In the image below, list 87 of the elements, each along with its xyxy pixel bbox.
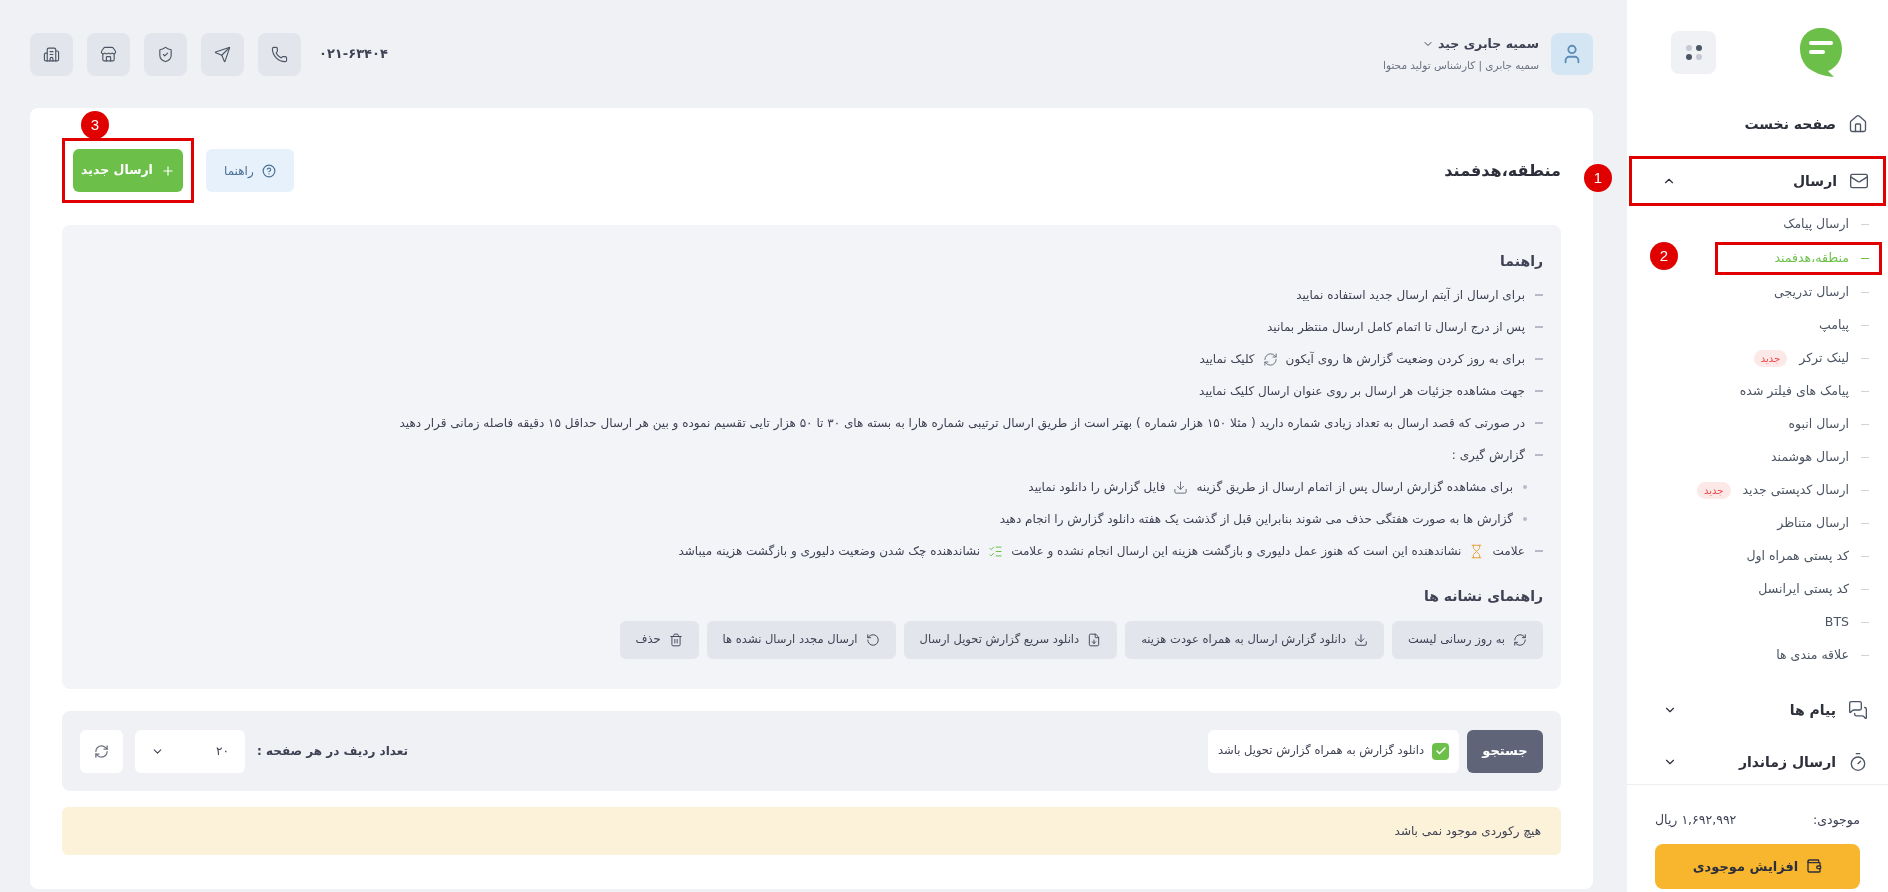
- guide-title: راهنما: [1499, 252, 1543, 271]
- download-icon: [1354, 633, 1368, 647]
- timer-icon: [1848, 752, 1868, 772]
- checkbox[interactable]: [1432, 742, 1449, 760]
- mail-icon: [1849, 171, 1869, 191]
- toolbar-button[interactable]: [258, 32, 301, 76]
- legend-item: حذف: [619, 621, 699, 659]
- sidebar-item[interactable]: صفحه نخست: [1633, 102, 1882, 146]
- help-button[interactable]: راهنما: [206, 149, 294, 192]
- guide-text: نشاندهنده این است که هنوز عمل دلیوری و بازگشت هزینه این ارسال انجام نشده و علامت: [1011, 543, 1462, 560]
- toolbar-button[interactable]: [30, 32, 73, 76]
- legend-item: به روز رسانی لیست: [1392, 621, 1543, 659]
- annotation-number: 2: [1650, 242, 1678, 270]
- refresh-button[interactable]: [80, 729, 123, 773]
- wallet-icon: [1806, 858, 1823, 875]
- submenu-item[interactable]: ارسال انبوه: [1629, 411, 1879, 438]
- submenu-item[interactable]: BTS: [1629, 609, 1879, 636]
- guide-text: فایل گزارش را دانلود نمایید: [1028, 479, 1166, 496]
- user-name: سمیه جابری جید: [1437, 34, 1539, 53]
- apps-button[interactable]: [1671, 30, 1716, 74]
- toolbar-button[interactable]: [87, 32, 130, 76]
- balance-label: موجودی:: [1813, 811, 1860, 830]
- logo-icon: [1798, 26, 1844, 78]
- submenu-item[interactable]: علاقه مندی ها: [1629, 642, 1879, 669]
- guide-text: پس از درج ارسال تا اتمام کامل ارسال منتظر بمانید: [1267, 319, 1525, 336]
- new-badge: جدید: [1753, 350, 1788, 367]
- top-up-button[interactable]: افزایش موجودی: [1655, 843, 1860, 889]
- guide-text: کلیک نمایید: [1199, 351, 1255, 368]
- download-icon: [1173, 479, 1189, 495]
- refresh-icon: [94, 743, 109, 759]
- submenu-item[interactable]: کد پستی همراه اول: [1629, 543, 1879, 570]
- guide-text: برای مشاهده گزارش ارسال پس از اتمام ارسال از طریق گزینه: [1196, 479, 1513, 496]
- shield-icon: [157, 45, 174, 63]
- refresh-icon: [1262, 351, 1278, 367]
- sidebar-item[interactable]: ارسال: [1632, 159, 1883, 203]
- refresh-icon: [1513, 633, 1527, 647]
- guide-text: برای ارسال از آیتم ارسال جدید استفاده نمایید: [1296, 286, 1525, 304]
- toolbar-button[interactable]: [201, 32, 244, 76]
- empty-alert: هیچ رکوردی موجود نمی باشد: [62, 807, 1561, 855]
- submenu-item[interactable]: ارسال پیامک: [1629, 211, 1879, 238]
- submenu-item[interactable]: کد پستی ایرانسل: [1629, 576, 1879, 603]
- annotation-number: 1: [1584, 164, 1612, 192]
- legend-title: راهنمای نشانه ها: [1423, 587, 1543, 606]
- submenu-item[interactable]: لینک ترکر جدید: [1629, 345, 1879, 372]
- legend-item: دانلود گزارش ارسال به همراه عودت هزینه: [1125, 621, 1384, 659]
- chat-icon: [1848, 700, 1868, 720]
- sidebar-item[interactable]: پیام ها: [1633, 688, 1882, 732]
- help-icon: [261, 163, 276, 178]
- user-role: سمیه جابری | کارشناس تولید محتوا: [1383, 57, 1539, 74]
- balance-value: ۱,۶۹۲,۹۹۲ ریال: [1655, 811, 1737, 829]
- submenu-item[interactable]: پیامک های فیلتر شده: [1629, 378, 1879, 405]
- submenu-item[interactable]: ارسال هوشمند: [1629, 444, 1879, 471]
- store-icon: [100, 45, 117, 63]
- guide-text: علامت: [1492, 543, 1525, 560]
- retry-icon: [865, 633, 880, 647]
- submenu-item[interactable]: ارسال متناظر: [1629, 510, 1879, 537]
- page-title: منطقه،هدفمند: [1444, 159, 1561, 182]
- submenu-item[interactable]: ارسال تدریجی: [1629, 279, 1879, 306]
- legend-item: ارسال مجدد ارسال نشده ها: [706, 621, 896, 659]
- plus-icon: [160, 163, 175, 178]
- guide-text: گزارش گیری :: [1451, 447, 1525, 464]
- checklist-icon: [988, 543, 1004, 559]
- checkbox-field[interactable]: دانلود گزارش به همراه گزارش تحویل باشد: [1207, 729, 1459, 773]
- new-badge: جدید: [1697, 482, 1731, 499]
- avatar[interactable]: [1551, 33, 1593, 75]
- check-icon: [1434, 745, 1447, 757]
- guide-text: در صورتی که قصد ارسال به تعداد زیادی شماره دارید ( مثلا ۱۵۰ هزار شماره ) بهتر است از طریق ارسال ترتیبی شماره هارا به بسته های ۳۰ تا ۵۰ هزار تایی تقسیم نموده و بین هر ارسال حداقل ۱۵ دقیقه فاصله زمانی قرار دهید: [399, 415, 1525, 432]
- search-button[interactable]: جستجو: [1467, 729, 1543, 773]
- guide-text: برای به روز کردن وضعیت گزارش ها روی آیکون: [1285, 350, 1525, 368]
- guide-text: گزارش ها به صورت هفتگی حذف می شوند بنابراین قبل از گذشت یک هفته دانلود گزارش را انجام دهید: [999, 511, 1513, 528]
- phone-icon: [271, 45, 288, 63]
- sidebar-item[interactable]: ارسال زماندار: [1633, 740, 1882, 784]
- guide-text: نشاندهنده چک شدن وضعیت دلیوری و بازگشت هزینه میباشد: [678, 543, 981, 560]
- phone-number: ۰۲۱-۶۳۴۰۴: [319, 45, 388, 64]
- annotation-number: 3: [81, 111, 109, 139]
- guide-text: جهت مشاهده جزئیات هر ارسال بر روی عنوان ارسال کلیک نمایید: [1199, 383, 1525, 400]
- trash-icon: [668, 633, 683, 647]
- file-download-icon: [1087, 633, 1102, 647]
- toolbar-button[interactable]: [144, 32, 187, 76]
- submenu-item[interactable]: ارسال کدپستی جدید جدید: [1629, 477, 1879, 504]
- rows-select[interactable]: ۲۰: [135, 729, 245, 773]
- legend-item: دانلود سریع گزارش تحویل ارسال: [903, 621, 1118, 659]
- building-icon: [43, 45, 60, 63]
- send-icon: [214, 45, 231, 63]
- home-icon: [1848, 114, 1868, 134]
- submenu-item[interactable]: پیامپ: [1629, 312, 1879, 339]
- rows-per-page-label: تعداد ردیف در هر صفحه :: [257, 743, 409, 760]
